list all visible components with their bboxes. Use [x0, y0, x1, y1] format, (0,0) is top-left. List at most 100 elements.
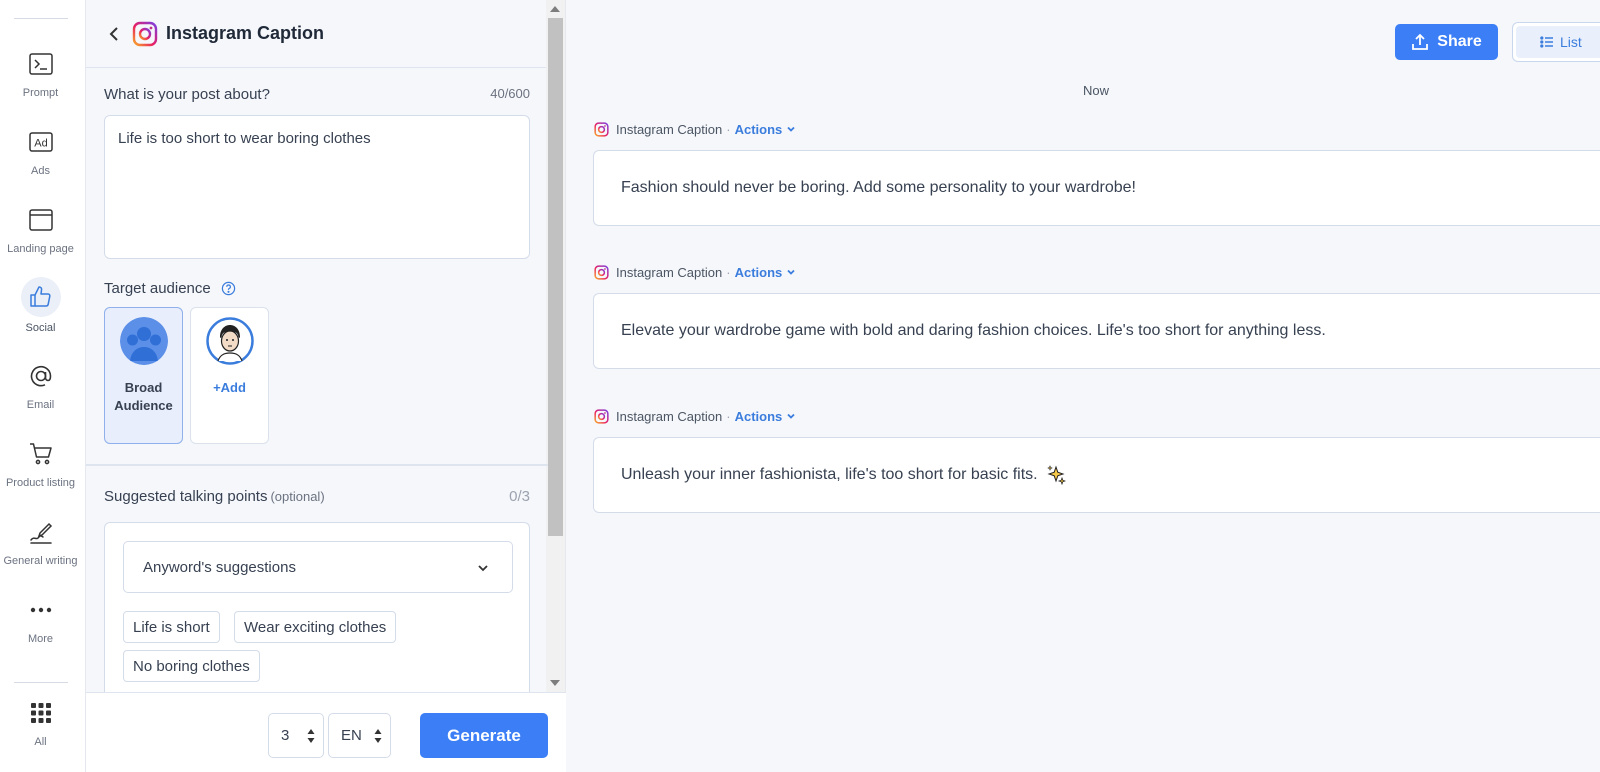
- optional-hint: (optional): [270, 489, 325, 504]
- back-button[interactable]: [104, 24, 124, 44]
- list-view-button[interactable]: List: [1516, 26, 1600, 58]
- chevron-down-icon: [787, 126, 795, 132]
- nav-item-ads[interactable]: Ad Ads: [0, 124, 81, 177]
- audience-name-line1: Broad: [124, 380, 163, 395]
- nav-item-landing-page[interactable]: Landing page: [0, 202, 81, 255]
- suggestions-dropdown[interactable]: Anyword's suggestions: [123, 541, 513, 593]
- actions-menu[interactable]: Actions: [735, 122, 797, 137]
- shopping-cart-icon: [23, 436, 59, 472]
- nav-item-prompt[interactable]: Prompt: [0, 46, 81, 99]
- left-nav: Prompt Ad Ads Landing page Social Email …: [0, 0, 86, 772]
- form-scrollbar[interactable]: [546, 0, 565, 692]
- instagram-icon: [594, 121, 609, 137]
- add-audience-label: +Add: [213, 380, 246, 395]
- target-audience-text: Target audience: [104, 280, 211, 297]
- nav-top-divider: [14, 18, 68, 19]
- result-card[interactable]: Fashion should never be boring. Add some…: [593, 150, 1600, 226]
- variations-value: 3: [281, 727, 290, 744]
- list-icon: [1540, 36, 1553, 48]
- nav-label: Ads: [31, 165, 50, 177]
- audience-name: Broad Audience: [105, 379, 182, 415]
- result-card[interactable]: Unleash your inner fashionista, life's t…: [593, 437, 1600, 513]
- result-header: Instagram Caption · Actions: [594, 407, 796, 425]
- talking-points-label: Suggested talking points (optional): [104, 488, 325, 505]
- page-title: Instagram Caption: [166, 23, 325, 43]
- nav-item-all[interactable]: All: [0, 695, 81, 748]
- separator: ·: [726, 408, 731, 424]
- group-avatar-icon: [119, 317, 168, 365]
- help-circle-icon[interactable]: [221, 281, 236, 296]
- nav-label: Product listing: [5, 477, 76, 489]
- timestamp-text: Now: [1082, 83, 1109, 98]
- at-sign-icon: [23, 358, 59, 394]
- results-panel: Share List Now Instagram Caption · Actio…: [566, 0, 1600, 772]
- upload-icon: [1412, 33, 1429, 50]
- audience-name-line2: Audience: [114, 398, 173, 413]
- talking-points-box: Anyword's suggestions Life is short Wear…: [104, 522, 530, 702]
- generate-button[interactable]: Generate: [420, 713, 548, 758]
- more-dots-icon: [23, 592, 59, 628]
- nav-label: General writing: [3, 555, 78, 567]
- talking-point-chip[interactable]: Life is short: [123, 611, 220, 643]
- post-about-char-count: 40/600: [490, 86, 530, 101]
- nav-label: All: [34, 736, 47, 748]
- language-select[interactable]: EN: [328, 713, 391, 758]
- form-header: Instagram Caption: [86, 0, 548, 68]
- scroll-down-arrow[interactable]: [550, 680, 560, 686]
- result-text: Elevate your wardrobe game with bold and…: [621, 322, 1326, 339]
- form-panel: Instagram Caption What is your post abou…: [86, 0, 566, 772]
- scrollbar-thumb[interactable]: [548, 18, 563, 536]
- actions-label: Actions: [734, 408, 783, 424]
- separator: ·: [726, 264, 731, 280]
- sparkles-emoji-icon: [1046, 465, 1066, 485]
- share-button[interactable]: Share: [1395, 24, 1498, 60]
- talking-points-count: 0/3: [509, 488, 530, 505]
- person-avatar-icon: [205, 317, 254, 365]
- scroll-up-arrow[interactable]: [550, 6, 560, 12]
- chevron-down-icon: [787, 269, 795, 275]
- talking-point-chip[interactable]: No boring clothes: [123, 650, 260, 682]
- nav-label: Prompt: [22, 87, 59, 99]
- terminal-icon: [23, 46, 59, 82]
- nav-bottom-divider: [14, 682, 68, 683]
- list-label: List: [1560, 34, 1582, 50]
- nav-label: Social: [25, 322, 56, 334]
- add-audience-card[interactable]: +Add: [190, 307, 269, 444]
- ad-icon: Ad: [23, 124, 59, 160]
- result-header: Instagram Caption · Actions: [594, 263, 796, 281]
- language-value: EN: [341, 727, 362, 744]
- talking-point-chip[interactable]: Wear exciting clothes: [234, 611, 397, 643]
- nav-label: Landing page: [7, 243, 74, 255]
- nav-item-general-writing[interactable]: General writing: [0, 514, 81, 567]
- result-source: Instagram Caption: [616, 408, 723, 424]
- variations-stepper[interactable]: 3: [268, 713, 324, 758]
- talking-points-text: Suggested talking points: [104, 488, 268, 505]
- chevron-left-icon: [109, 26, 118, 41]
- post-about-textarea[interactable]: Life is too short to wear boring clothes: [104, 115, 530, 259]
- nav-item-product-listing[interactable]: Product listing: [0, 436, 81, 489]
- section-divider: [86, 464, 548, 466]
- chevron-down-icon: [478, 565, 488, 572]
- list-view-toggle[interactable]: List: [1512, 22, 1600, 62]
- actions-menu[interactable]: Actions: [735, 265, 797, 280]
- audience-card-broad[interactable]: Broad Audience: [104, 307, 183, 444]
- actions-label: Actions: [734, 264, 783, 280]
- browser-window-icon: [23, 202, 59, 238]
- result-text: Unleash your inner fashionista, life's t…: [621, 466, 1038, 483]
- separator: ·: [726, 121, 731, 137]
- nav-item-email[interactable]: Email: [0, 358, 81, 411]
- post-about-label: What is your post about?: [104, 86, 270, 103]
- nav-label: More: [27, 633, 54, 645]
- actions-menu[interactable]: Actions: [735, 409, 797, 424]
- nav-item-social[interactable]: Social: [0, 277, 81, 334]
- result-source: Instagram Caption: [616, 121, 723, 137]
- instagram-icon: [132, 21, 158, 46]
- thumbs-up-icon: [20, 277, 61, 317]
- result-source: Instagram Caption: [616, 264, 723, 280]
- chevron-down-icon: [787, 413, 795, 419]
- result-card[interactable]: Elevate your wardrobe game with bold and…: [593, 293, 1600, 369]
- pen-writing-icon: [23, 514, 59, 550]
- instagram-icon: [594, 264, 609, 280]
- nav-item-more[interactable]: More: [0, 592, 81, 645]
- up-down-arrows-icon: [374, 729, 382, 743]
